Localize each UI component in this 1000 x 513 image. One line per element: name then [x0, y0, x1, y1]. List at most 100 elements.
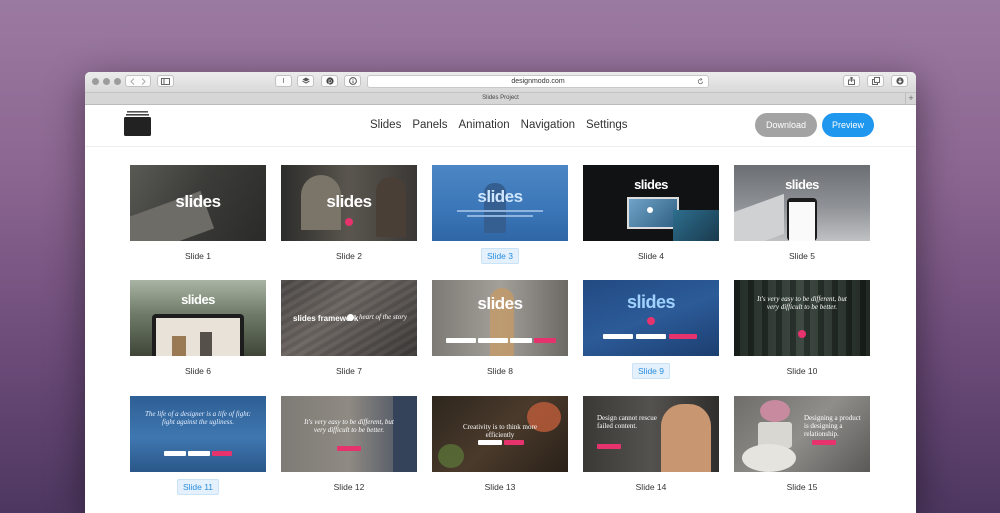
- slide-caption: Slide 5: [789, 251, 815, 261]
- slide-caption: Slide 6: [185, 366, 211, 376]
- slide-thumbnail[interactable]: The life of a designer is a life of figh…: [130, 396, 266, 472]
- slide-caption: Slide 7: [336, 366, 362, 376]
- back-forward-icon: [130, 77, 146, 85]
- slide-card-4[interactable]: slides Slide 4: [583, 165, 719, 261]
- pinterest-button[interactable]: p: [321, 75, 338, 87]
- minimize-window-button[interactable]: [103, 78, 110, 85]
- slide-card-13[interactable]: Creativity is to think more efficiently …: [432, 396, 568, 492]
- slide-heading: It's very easy to be different, but very…: [757, 295, 847, 311]
- layers-icon: [301, 77, 310, 84]
- slide-card-14[interactable]: Design cannot rescue failed content. Sli…: [583, 396, 719, 492]
- reader-button[interactable]: I: [275, 75, 292, 87]
- slide-heading: The life of a designer is a life of figh…: [145, 410, 251, 426]
- slide-caption: Slide 2: [336, 251, 362, 261]
- slide-caption: Slide 8: [487, 366, 513, 376]
- slide-thumbnail[interactable]: slides: [281, 165, 417, 241]
- close-window-button[interactable]: [92, 78, 99, 85]
- info-button[interactable]: [344, 75, 361, 87]
- slide-card-1[interactable]: slides Slide 1: [130, 165, 266, 261]
- url-text: designmodo.com: [511, 78, 565, 85]
- slide-caption: Slide 10: [786, 366, 818, 376]
- browser-window: I p designmodo.com Slides Project + Slid…: [85, 72, 916, 513]
- slide-heading: slides: [477, 187, 523, 206]
- app-header: Slides Panels Animation Navigation Setti…: [85, 104, 916, 147]
- slides-logo-icon[interactable]: [124, 111, 151, 136]
- slide-thumbnail[interactable]: It's very easy to be different, but very…: [734, 280, 870, 356]
- play-icon: [798, 330, 806, 338]
- slide-heading: slides: [626, 292, 676, 312]
- slide-card-15[interactable]: Designing a product is designing a relat…: [734, 396, 870, 492]
- slide-thumbnail[interactable]: slides: [130, 165, 266, 241]
- back-forward-buttons[interactable]: [125, 75, 151, 87]
- slide-thumbnail[interactable]: slides: [432, 280, 568, 356]
- slide-card-6[interactable]: slides Slide 6: [130, 280, 266, 376]
- sidebar-icon: [161, 77, 170, 85]
- slide-thumbnail[interactable]: Designing a product is designing a relat…: [734, 396, 870, 472]
- slide-card-12[interactable]: It's very easy to be different, but very…: [281, 396, 417, 492]
- slide-card-9[interactable]: slides Slide 9: [583, 280, 719, 379]
- play-icon: [647, 317, 655, 325]
- window-controls: [92, 78, 121, 85]
- preview-button[interactable]: Preview: [822, 113, 874, 137]
- slide-card-7[interactable]: slides framework heart of the story Slid…: [281, 280, 417, 376]
- slide-subheading: heart of the story: [359, 313, 408, 321]
- nav-navigation[interactable]: Navigation: [521, 119, 575, 131]
- main-nav: Slides Panels Animation Navigation Setti…: [370, 119, 639, 131]
- share-button[interactable]: [843, 75, 860, 87]
- slide-thumbnail[interactable]: slides framework heart of the story: [281, 280, 417, 356]
- share-icon: [848, 77, 855, 85]
- info-icon: [348, 77, 357, 85]
- slide-heading: slides: [477, 294, 523, 313]
- new-tab-button[interactable]: +: [905, 93, 916, 104]
- slide-caption: Slide 1: [185, 251, 211, 261]
- sidebar-button[interactable]: [157, 75, 174, 87]
- layers-button[interactable]: [297, 75, 314, 87]
- reload-icon[interactable]: [697, 78, 704, 85]
- download-button[interactable]: Download: [755, 113, 817, 137]
- play-icon: [345, 218, 353, 226]
- slide-caption-selected: Slide 3: [432, 248, 568, 264]
- download-arrow-icon: [895, 77, 904, 85]
- slide-thumbnail[interactable]: slides: [583, 280, 719, 356]
- slide-heading: slides: [326, 192, 372, 211]
- slide-caption: Slide 4: [638, 251, 664, 261]
- nav-panels[interactable]: Panels: [412, 119, 447, 131]
- slide-card-5[interactable]: slides Slide 5: [734, 165, 870, 261]
- slide-heading: Design cannot rescue failed content.: [597, 414, 657, 430]
- svg-text:p: p: [328, 78, 332, 85]
- slide-card-3[interactable]: slides Slide 3: [432, 165, 568, 264]
- play-icon: [647, 207, 653, 213]
- slide-card-10[interactable]: It's very easy to be different, but very…: [734, 280, 870, 376]
- slide-card-2[interactable]: slides Slide 2: [281, 165, 417, 261]
- slide-heading: slides: [181, 292, 215, 307]
- slide-heading: slides: [175, 192, 221, 211]
- slide-thumbnail[interactable]: Design cannot rescue failed content.: [583, 396, 719, 472]
- tabs-overview-button[interactable]: [867, 75, 884, 87]
- nav-slides[interactable]: Slides: [370, 119, 401, 131]
- nav-animation[interactable]: Animation: [459, 119, 510, 131]
- slide-thumbnail[interactable]: slides: [130, 280, 266, 356]
- slide-heading: slides: [634, 177, 668, 192]
- zoom-window-button[interactable]: [114, 78, 121, 85]
- slide-thumbnail[interactable]: Creativity is to think more efficiently: [432, 396, 568, 472]
- slide-card-11[interactable]: The life of a designer is a life of figh…: [130, 396, 266, 495]
- slide-thumbnail[interactable]: slides: [432, 165, 568, 241]
- slide-thumbnail[interactable]: It's very easy to be different, but very…: [281, 396, 417, 472]
- nav-settings[interactable]: Settings: [586, 119, 628, 131]
- slide-card-8[interactable]: slides Slide 8: [432, 280, 568, 376]
- slide-caption: Slide 13: [484, 482, 516, 492]
- slide-caption: Slide 15: [786, 482, 818, 492]
- slide-thumbnail[interactable]: slides: [583, 165, 719, 241]
- tabs-icon: [871, 77, 880, 85]
- slide-thumbnail[interactable]: slides: [734, 165, 870, 241]
- slide-caption: Slide 12: [333, 482, 365, 492]
- slide-heading: Designing a product is designing a relat…: [804, 414, 861, 438]
- slide-heading: Creativity is to think more efficiently: [463, 423, 537, 439]
- address-bar[interactable]: designmodo.com: [367, 75, 709, 88]
- slide-heading: slides: [785, 177, 819, 192]
- tab-title[interactable]: Slides Project: [482, 95, 519, 101]
- browser-toolbar: I p designmodo.com: [85, 72, 916, 93]
- play-icon: [347, 314, 354, 321]
- pinterest-icon: p: [325, 77, 334, 85]
- downloads-button[interactable]: [891, 75, 908, 87]
